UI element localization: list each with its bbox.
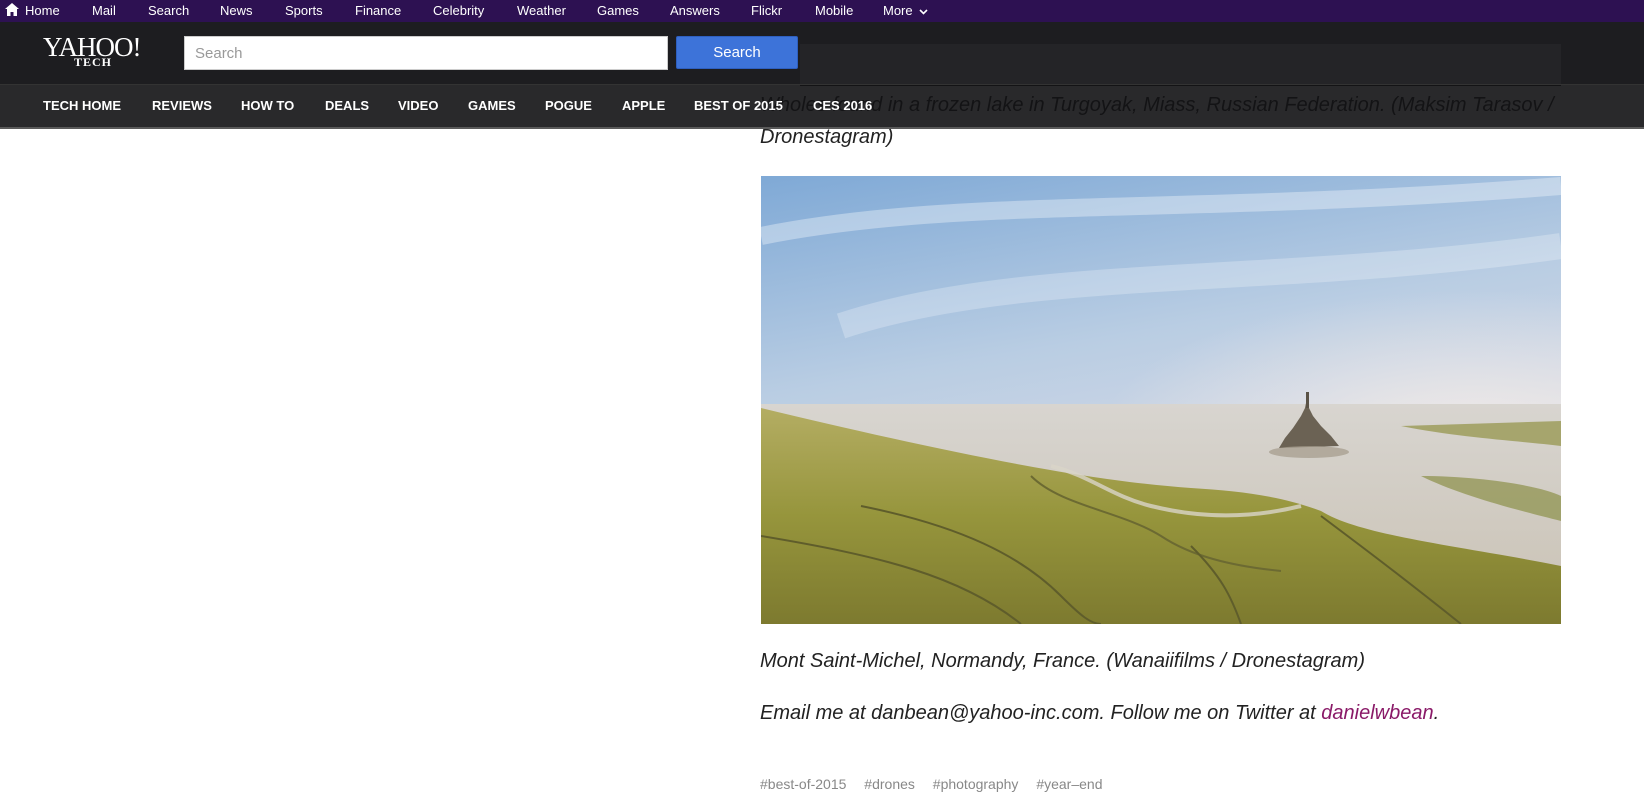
contact-text: Email me at danbean@yahoo-inc.com. Follo… [760,702,1322,724]
home-icon[interactable] [5,3,19,16]
search-button[interactable]: Search [676,36,798,69]
tag-year-end[interactable]: #year–end [1036,776,1102,792]
topbar-answers-link[interactable]: Answers [670,3,720,18]
nav-pogue[interactable]: POGUE [545,98,592,113]
topbar-games-link[interactable]: Games [597,3,639,18]
tag-drones[interactable]: #drones [864,776,915,792]
topbar-home-link[interactable]: Home [25,3,60,18]
search-input[interactable] [184,36,668,70]
nav-apple[interactable]: APPLE [622,98,665,113]
contact-period: . [1433,702,1440,724]
article-tags: #best-of-2015 #drones #photography #year… [760,776,1116,792]
photo-caption: Mont Saint-Michel, Normandy, France. (Wa… [760,650,1365,672]
nav-tech-home[interactable]: TECH HOME [43,98,121,113]
nav-reviews[interactable]: REVIEWS [152,98,212,113]
chevron-down-icon [919,8,928,15]
topbar-finance-link[interactable]: Finance [355,3,401,18]
topbar-sports-link[interactable]: Sports [285,3,323,18]
nav-games[interactable]: GAMES [468,98,516,113]
topbar-more-link[interactable]: More [883,3,928,18]
topbar-search-link[interactable]: Search [148,3,189,18]
nav-best-of-2015[interactable]: BEST OF 2015 [694,98,783,113]
tag-photography[interactable]: #photography [933,776,1019,792]
nav-how-to[interactable]: HOW TO [241,98,294,113]
nav-ces-2016[interactable]: CES 2016 [813,98,872,113]
author-contact-line: Email me at danbean@yahoo-inc.com. Follo… [760,702,1439,725]
masthead-ad-area [800,44,1561,86]
tag-best-of-2015[interactable]: #best-of-2015 [760,776,846,792]
nav-video[interactable]: VIDEO [398,98,438,113]
topbar-mobile-link[interactable]: Mobile [815,3,853,18]
article-photo-mont-saint-michel [761,176,1561,624]
nav-deals[interactable]: DEALS [325,98,369,113]
topbar-weather-link[interactable]: Weather [517,3,566,18]
topbar-mail-link[interactable]: Mail [92,3,116,18]
yahoo-tech-logo-label: TECH [74,55,113,69]
landscape-photo-illustration [761,176,1561,624]
twitter-handle-link[interactable]: danielwbean [1321,702,1433,724]
top-navigation-bar: Home Mail Search News Sports Finance Cel… [0,0,1644,22]
section-navigation: TECH HOME REVIEWS HOW TO DEALS VIDEO GAM… [0,85,1644,129]
topbar-flickr-link[interactable]: Flickr [751,3,782,18]
topbar-news-link[interactable]: News [220,3,253,18]
topbar-more-label: More [883,3,913,18]
topbar-celebrity-link[interactable]: Celebrity [433,3,484,18]
